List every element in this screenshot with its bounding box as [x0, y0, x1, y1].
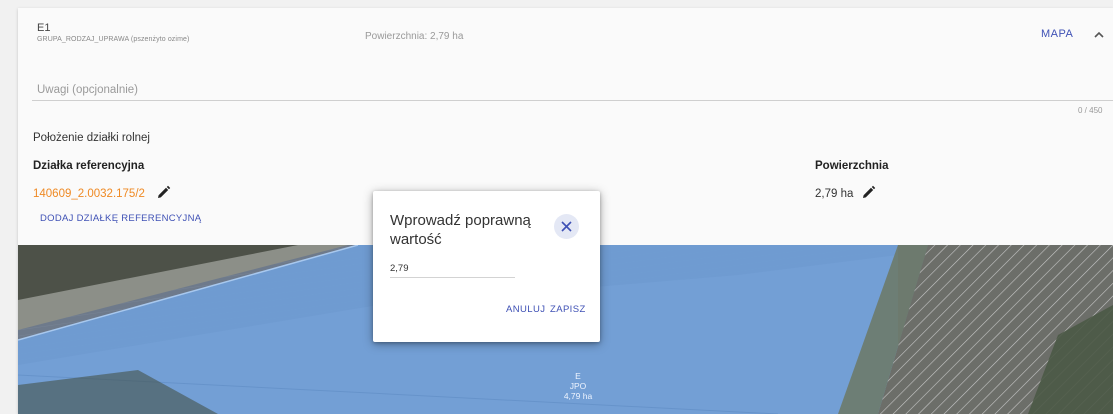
- remarks-field[interactable]: Uwagi (opcjonalnie): [37, 84, 138, 96]
- area-value: 2,79 ha: [815, 188, 854, 200]
- char-counter: 0 / 450: [1078, 106, 1103, 115]
- value-input[interactable]: [390, 259, 515, 278]
- map-label-line: E: [575, 371, 581, 381]
- location-label: Położenie działki rolnej: [33, 132, 150, 144]
- pencil-icon[interactable]: [156, 185, 171, 200]
- cancel-button[interactable]: ANULUJ: [506, 304, 545, 315]
- map-label-line: JPO: [569, 381, 587, 391]
- map-label-line: 4,79 ha: [563, 391, 593, 401]
- parcel-id: E1: [37, 22, 51, 34]
- area-header: Powierzchnia: [815, 160, 889, 172]
- map-button[interactable]: MAPA: [1041, 28, 1073, 40]
- close-icon[interactable]: [554, 214, 579, 239]
- dialog-title: Wprowadź poprawną wartość: [390, 212, 531, 248]
- pencil-icon[interactable]: [861, 185, 876, 200]
- header-area: Powierzchnia: 2,79 ha: [365, 31, 464, 42]
- remarks-underline: [32, 100, 1113, 101]
- add-reference-parcel-button[interactable]: DODAJ DZIAŁKĘ REFERENCYJNĄ: [40, 213, 201, 224]
- ref-parcel-header: Działka referencyjna: [33, 160, 145, 172]
- edit-value-dialog: Wprowadź poprawną wartość ANULUJ ZAPISZ: [373, 191, 600, 342]
- map-parcel-label: E JPO 4,79 ha: [553, 371, 603, 401]
- ref-parcel-link[interactable]: 140609_2.0032.175/2: [33, 188, 145, 200]
- save-button[interactable]: ZAPISZ: [550, 304, 586, 315]
- crop-group-label: GRUPA_RODZAJ_UPRAWA (pszenżyto ozime): [37, 36, 190, 43]
- chevron-up-icon[interactable]: [1092, 28, 1106, 42]
